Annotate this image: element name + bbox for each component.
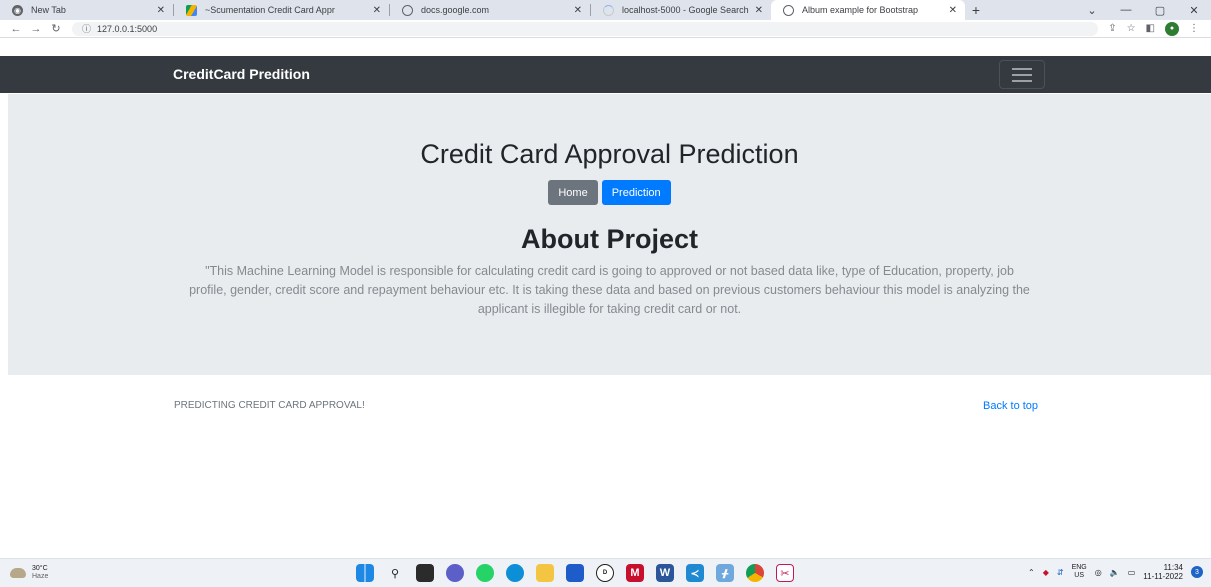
tab-drive-doc[interactable]: ~Scumentation Credit Card Appr ✕ <box>174 0 389 20</box>
wifi-icon[interactable]: ◎ <box>1095 568 1102 577</box>
windows-taskbar: 30°C Haze ⚲ D M W ≺ ᚋ ✂ ⌃ ◆ ⇵ ENG US ◎ 🔈… <box>0 558 1211 587</box>
prediction-button[interactable]: Prediction <box>601 180 671 205</box>
hero-buttons: Home Prediction <box>8 180 1211 205</box>
close-tab-icon[interactable]: ✕ <box>157 5 165 16</box>
new-tab-button[interactable]: + <box>965 0 987 20</box>
microsoft-store-icon[interactable] <box>566 564 584 582</box>
navbar-toggler-hamburger-icon[interactable] <box>999 60 1045 89</box>
forward-arrow-icon[interactable]: → <box>26 23 46 35</box>
loading-spinner-icon <box>603 4 614 16</box>
notification-badge[interactable]: 3 <box>1191 566 1203 578</box>
task-view-icon[interactable] <box>416 564 434 582</box>
language-indicator[interactable]: ENG US <box>1072 564 1087 580</box>
google-drive-icon <box>186 4 197 16</box>
page-title: Credit Card Approval Prediction <box>420 139 799 169</box>
tab-search-icon[interactable]: ⌄ <box>1075 4 1109 17</box>
tab-google-docs[interactable]: docs.google.com ✕ <box>390 0 590 20</box>
battery-icon[interactable]: ▭ <box>1128 568 1136 577</box>
mcafee-icon[interactable]: M <box>626 564 644 582</box>
show-hidden-icons-chevron-icon[interactable]: ⌃ <box>1028 568 1035 577</box>
snipping-tool-icon[interactable]: ✂ <box>776 564 794 582</box>
haze-weather-icon <box>10 568 26 578</box>
menu-kebab-icon[interactable]: ⋮ <box>1189 23 1199 34</box>
weather-condition: Haze <box>32 573 49 580</box>
weather-widget[interactable]: 30°C Haze <box>10 565 48 581</box>
minimize-icon[interactable]: — <box>1109 4 1143 16</box>
browser-tab-strip: ◉ New Tab ✕ ~Scumentation Credit Card Ap… <box>0 0 1211 20</box>
navbar-brand[interactable]: CreditCard Predition <box>173 66 310 82</box>
system-tray: ⌃ ◆ ⇵ ENG US ◎ 🔈 ▭ 11:34 11-11-2022 3 <box>1028 563 1203 581</box>
close-tab-icon[interactable]: ✕ <box>373 5 381 16</box>
bookmark-star-icon[interactable]: ☆ <box>1127 23 1136 34</box>
search-icon[interactable]: ⚲ <box>386 564 404 582</box>
footer-tagline: PREDICTING CREDIT CARD APPROVAL! <box>174 400 365 411</box>
tab-google-search[interactable]: localhost-5000 - Google Search ✕ <box>591 0 771 20</box>
profile-avatar-icon[interactable]: ● <box>1165 21 1179 36</box>
chrome-icon: ◉ <box>12 4 23 16</box>
whatsapp-icon[interactable] <box>476 564 494 582</box>
tab-album-example[interactable]: Album example for Bootstrap ✕ <box>771 0 965 20</box>
jumbotron: Credit Card Approval Prediction Home Pre… <box>8 94 1211 375</box>
home-button[interactable]: Home <box>548 180 598 205</box>
tab-title: Album example for Bootstrap <box>802 5 919 15</box>
tab-new-tab[interactable]: ◉ New Tab ✕ <box>0 0 173 20</box>
vscode-icon[interactable]: ≺ <box>686 564 704 582</box>
site-info-icon[interactable]: ⓘ <box>82 22 91 35</box>
git-icon[interactable]: ᚋ <box>716 564 734 582</box>
close-tab-icon[interactable]: ✕ <box>949 5 957 16</box>
address-toolbar: ← → ↻ ⓘ 127.0.0.1:5000 ⇪ ☆ ◧ ● ⋮ <box>0 20 1211 38</box>
browser-actions: ⇪ ☆ ◧ ● ⋮ <box>1108 21 1205 36</box>
chrome-icon[interactable] <box>746 564 764 582</box>
network-tray-icon[interactable]: ⇵ <box>1057 568 1064 577</box>
teams-chat-icon[interactable] <box>446 564 464 582</box>
back-arrow-icon[interactable]: ← <box>6 23 26 35</box>
language-code: ENG <box>1071 564 1087 571</box>
url-bar[interactable]: ⓘ 127.0.0.1:5000 <box>72 21 1099 36</box>
close-tab-icon[interactable]: ✕ <box>755 5 763 16</box>
globe-icon <box>783 4 794 16</box>
windows-start-icon[interactable] <box>356 564 374 582</box>
file-explorer-icon[interactable] <box>536 564 554 582</box>
close-window-icon[interactable]: ✕ <box>1177 4 1211 17</box>
about-description: "This Machine Learning Model is responsi… <box>189 264 1030 316</box>
window-controls: ⌄ — ▢ ✕ <box>1075 0 1211 20</box>
taskbar-apps: ⚲ D M W ≺ ᚋ ✂ <box>356 564 794 582</box>
tab-title: docs.google.com <box>421 5 490 15</box>
back-to-top-link[interactable]: Back to top <box>983 400 1038 412</box>
clock-time: 11:34 <box>1163 563 1183 572</box>
close-tab-icon[interactable]: ✕ <box>574 5 582 16</box>
maximize-icon[interactable]: ▢ <box>1143 4 1177 17</box>
clock-date: 11-11-2022 <box>1143 572 1183 581</box>
tab-title: New Tab <box>31 5 66 15</box>
dell-icon[interactable]: D <box>596 564 614 582</box>
reload-icon[interactable]: ↻ <box>46 22 66 35</box>
volume-icon[interactable]: 🔈 <box>1110 568 1120 577</box>
about-heading: About Project <box>520 224 698 254</box>
weather-temperature: 30°C <box>32 565 48 572</box>
site-navbar: CreditCard Predition <box>0 56 1211 93</box>
edge-browser-icon[interactable] <box>506 564 524 582</box>
url-text: 127.0.0.1:5000 <box>97 23 158 34</box>
share-icon[interactable]: ⇪ <box>1108 23 1116 34</box>
globe-icon <box>402 4 413 16</box>
tab-title: ~Scumentation Credit Card Appr <box>205 5 335 15</box>
clock[interactable]: 11:34 11-11-2022 <box>1143 563 1183 581</box>
tab-title: localhost-5000 - Google Search <box>622 5 749 15</box>
word-icon[interactable]: W <box>656 564 674 582</box>
side-panel-icon[interactable]: ◧ <box>1146 23 1155 34</box>
region-code: US <box>1074 572 1085 579</box>
mcafee-tray-icon[interactable]: ◆ <box>1043 568 1049 577</box>
